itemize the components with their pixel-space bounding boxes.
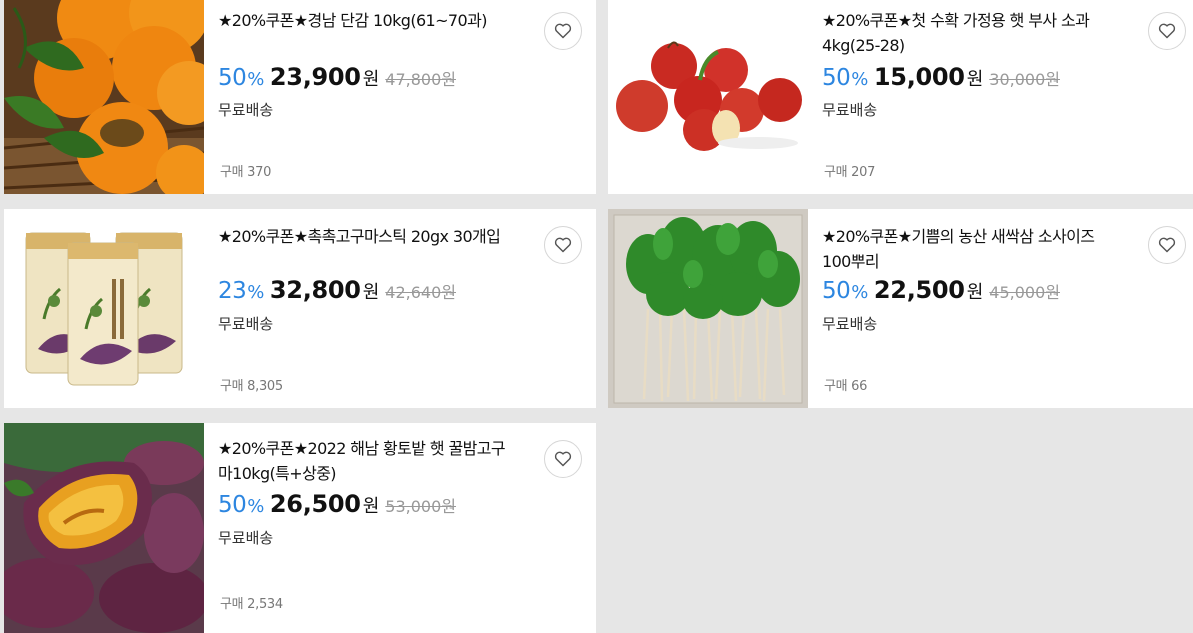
currency-label: 원	[966, 69, 984, 90]
purchase-count: 구매 66	[824, 379, 868, 394]
currency-label: 원	[362, 69, 380, 90]
sale-price: 22,500	[873, 276, 965, 304]
price-row: 50% 23,900 원 47,800원	[218, 63, 456, 97]
original-price: 30,000원	[989, 70, 1060, 89]
product-title[interactable]: ★20%쿠폰★첫 수확 가정용 햇 부사 소과 4kg(25-28)	[822, 8, 1122, 58]
shipping-label: 무료배송	[822, 101, 878, 119]
sale-price: 26,500	[269, 490, 361, 518]
purchase-count: 구매 207	[824, 165, 876, 180]
product-card[interactable]: ★20%쿠폰★촉촉고구마스틱 20gx 30개입 23% 32,800 원 42…	[4, 209, 596, 408]
discount-rate: 50%	[822, 65, 868, 91]
roasted-sweet-potato-image	[4, 423, 204, 633]
product-thumbnail[interactable]	[608, 0, 808, 194]
sweet-potato-stick-image	[4, 209, 204, 408]
product-title[interactable]: ★20%쿠폰★경남 단감 10kg(61~70과)	[218, 8, 518, 33]
price-row: 50% 15,000 원 30,000원	[822, 63, 1060, 97]
original-price: 53,000원	[385, 497, 456, 516]
shipping-label: 무료배송	[822, 315, 878, 333]
original-price: 47,800원	[385, 70, 456, 89]
product-title[interactable]: ★20%쿠폰★촉촉고구마스틱 20gx 30개입	[218, 224, 518, 249]
sale-price: 32,800	[269, 276, 361, 304]
discount-rate: 50%	[218, 492, 264, 518]
ginseng-sprout-image	[608, 209, 808, 408]
discount-rate: 50%	[822, 278, 868, 304]
heart-icon[interactable]	[1148, 226, 1186, 264]
shipping-label: 무료배송	[218, 315, 274, 333]
shipping-label: 무료배송	[218, 101, 274, 119]
sale-price: 23,900	[269, 63, 361, 91]
discount-rate: 50%	[218, 65, 264, 91]
product-thumbnail[interactable]	[4, 423, 204, 633]
sale-price: 15,000	[873, 63, 965, 91]
shipping-label: 무료배송	[218, 529, 274, 547]
purchase-count: 구매 8,305	[220, 379, 283, 394]
product-thumbnail[interactable]	[608, 209, 808, 408]
original-price: 45,000원	[989, 283, 1060, 302]
price-row: 23% 32,800 원 42,640원	[218, 276, 456, 310]
heart-icon[interactable]	[544, 226, 582, 264]
product-card[interactable]: ★20%쿠폰★2022 해남 황토밭 햇 꿀밤고구마10kg(특+상중) 50%…	[4, 423, 596, 633]
product-thumbnail[interactable]	[4, 209, 204, 408]
product-card[interactable]: ★20%쿠폰★첫 수확 가정용 햇 부사 소과 4kg(25-28) 50% 1…	[608, 0, 1193, 194]
price-row: 50% 26,500 원 53,000원	[218, 490, 456, 524]
purchase-count: 구매 2,534	[220, 597, 283, 612]
original-price: 42,640원	[385, 283, 456, 302]
product-thumbnail[interactable]	[4, 0, 204, 194]
heart-icon[interactable]	[1148, 12, 1186, 50]
apple-image	[608, 0, 808, 194]
product-title[interactable]: ★20%쿠폰★2022 해남 황토밭 햇 꿀밤고구마10kg(특+상중)	[218, 436, 518, 486]
discount-rate: 23%	[218, 278, 264, 304]
product-title[interactable]: ★20%쿠폰★기쁨의 농산 새싹삼 소사이즈 100뿌리	[822, 224, 1122, 274]
heart-icon[interactable]	[544, 12, 582, 50]
product-card[interactable]: ★20%쿠폰★경남 단감 10kg(61~70과) 50% 23,900 원 4…	[4, 0, 596, 194]
currency-label: 원	[362, 282, 380, 303]
currency-label: 원	[362, 496, 380, 517]
heart-icon[interactable]	[544, 440, 582, 478]
currency-label: 원	[966, 282, 984, 303]
product-card[interactable]: ★20%쿠폰★기쁨의 농산 새싹삼 소사이즈 100뿌리 50% 22,500 …	[608, 209, 1193, 408]
price-row: 50% 22,500 원 45,000원	[822, 276, 1060, 310]
persimmon-image	[4, 0, 204, 194]
purchase-count: 구매 370	[220, 165, 272, 180]
